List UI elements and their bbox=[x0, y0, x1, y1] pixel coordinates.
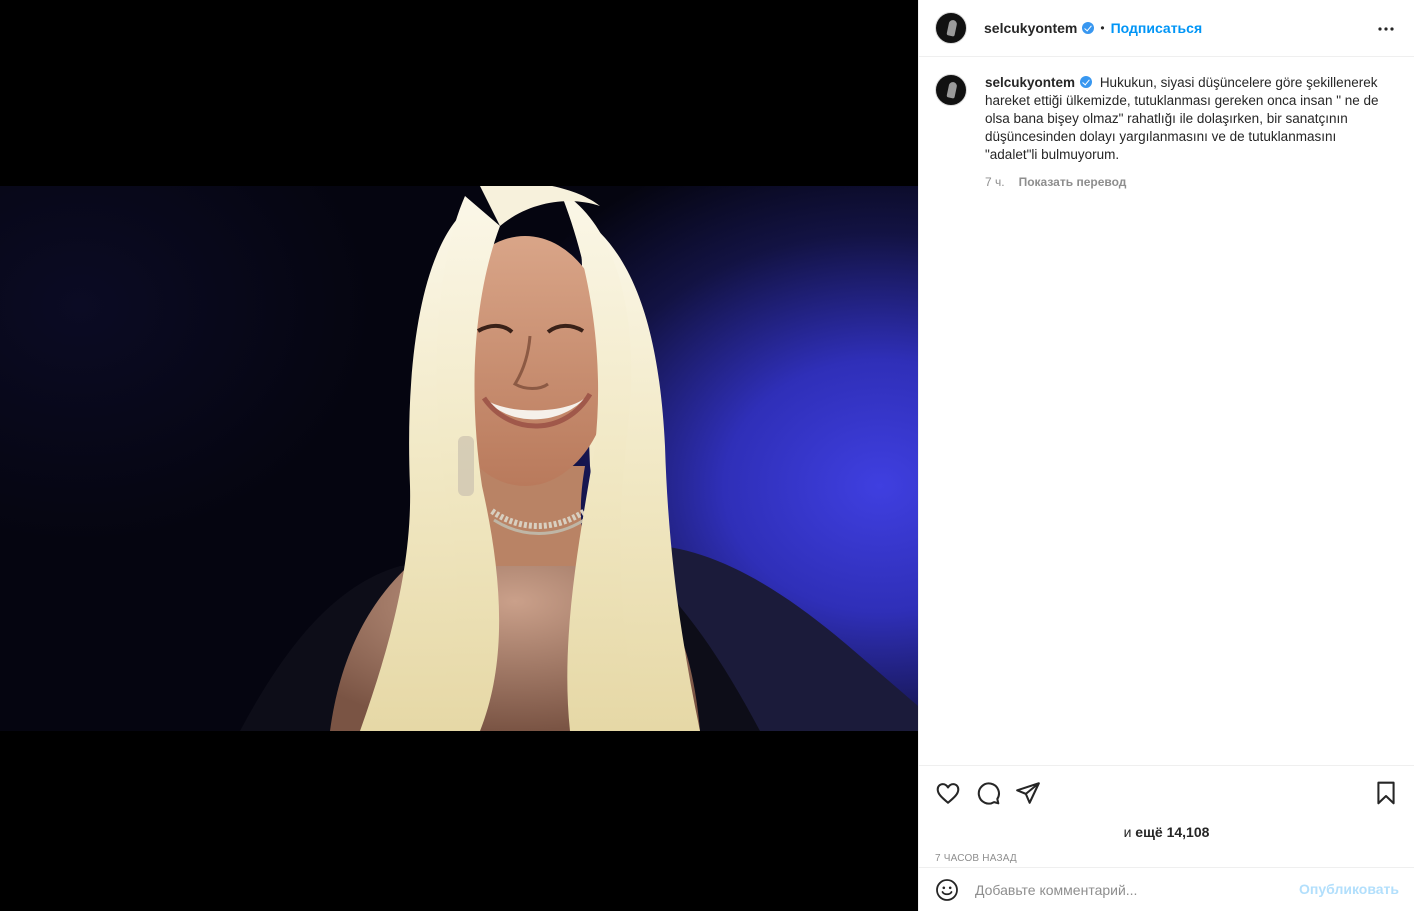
more-dots-svg bbox=[1378, 27, 1394, 31]
posted-time[interactable]: 7 часов назад bbox=[935, 853, 1017, 864]
caption-avatar[interactable] bbox=[935, 74, 967, 106]
separator-dot: • bbox=[1100, 21, 1105, 35]
publish-button[interactable]: Опубликовать bbox=[1299, 881, 1399, 897]
emoji-svg bbox=[936, 878, 958, 901]
bookmark-icon[interactable] bbox=[1373, 780, 1399, 806]
heart-icon[interactable] bbox=[935, 780, 961, 806]
comment-input[interactable] bbox=[975, 881, 1295, 898]
verified-badge-icon bbox=[1080, 76, 1093, 88]
heart-svg bbox=[936, 783, 960, 804]
author-username[interactable]: selcukyontem bbox=[984, 20, 1077, 36]
share-svg bbox=[1016, 782, 1040, 804]
action-bar bbox=[919, 765, 1414, 817]
post-header: selcukyontem • Подписаться bbox=[919, 0, 1414, 57]
caption-body: selcukyontem Hukukun, siyasi düşüncelere… bbox=[985, 74, 1385, 189]
caption-time[interactable]: 7 ч. bbox=[985, 175, 1005, 189]
bookmark-svg bbox=[1377, 781, 1395, 805]
post-media bbox=[0, 0, 918, 911]
post-sidebar: selcukyontem • Подписаться selcukyontem … bbox=[918, 0, 1414, 911]
photo-illustration bbox=[240, 186, 918, 731]
caption-text: selcukyontem Hukukun, siyasi düşüncelere… bbox=[985, 74, 1385, 164]
likes-summary[interactable]: и ещё 14,108 bbox=[919, 824, 1414, 840]
likes-prefix: и bbox=[1123, 824, 1132, 840]
comment-icon[interactable] bbox=[975, 780, 1001, 806]
caption: selcukyontem Hukukun, siyasi düşüncelere… bbox=[919, 57, 1414, 189]
follow-button[interactable]: Подписаться bbox=[1111, 20, 1203, 36]
caption-meta: 7 ч. Показать перевод bbox=[985, 175, 1385, 189]
show-translation-button[interactable]: Показать перевод bbox=[1019, 175, 1127, 189]
comment-svg bbox=[977, 782, 1000, 805]
post-photo[interactable] bbox=[0, 186, 918, 731]
more-horizontal-icon[interactable] bbox=[1374, 17, 1398, 41]
caption-username[interactable]: selcukyontem bbox=[985, 75, 1075, 90]
instagram-post-modal: selcukyontem • Подписаться selcukyontem … bbox=[0, 0, 1414, 911]
share-icon[interactable] bbox=[1015, 780, 1041, 806]
author-avatar[interactable] bbox=[935, 12, 967, 44]
verified-badge-icon bbox=[1082, 22, 1095, 34]
comment-bar: Опубликовать bbox=[919, 867, 1414, 911]
emoji-icon[interactable] bbox=[935, 878, 959, 902]
likes-count[interactable]: ещё 14,108 bbox=[1135, 824, 1209, 840]
